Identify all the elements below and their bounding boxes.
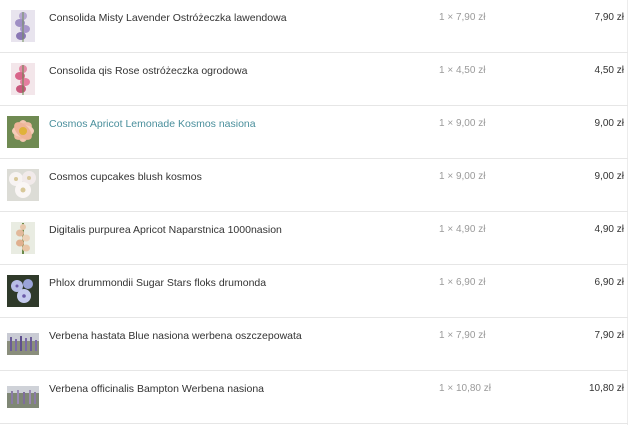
verbena-blue-thumbnail[interactable] <box>7 328 39 360</box>
product-name[interactable]: Consolida qis Rose ostróżeczka ogrodowa <box>49 64 247 78</box>
product-name[interactable]: Digitalis purpurea Apricot Naparstnica 1… <box>49 223 282 237</box>
cart-item-row: Cosmos cupcakes blush kosmos 1 × 9,00 zł… <box>0 159 628 212</box>
line-total: 7,90 zł <box>594 330 624 341</box>
foxglove-thumbnail[interactable] <box>7 222 39 254</box>
product-name[interactable]: Consolida Misty Lavender Ostróżeczka law… <box>49 11 287 25</box>
quantity-price: 1 × 4,90 zł <box>439 224 486 235</box>
phlox-thumbnail[interactable] <box>7 275 39 307</box>
product-name[interactable]: Verbena hastata Blue nasiona werbena osz… <box>49 329 302 343</box>
cart-item-row: Cosmos Apricot Lemonade Kosmos nasiona 1… <box>0 106 628 159</box>
line-total: 9,00 zł <box>594 118 624 129</box>
product-name-link[interactable]: Cosmos Apricot Lemonade Kosmos nasiona <box>49 117 256 131</box>
cart-item-row: Phlox drummondii Sugar Stars floks drumo… <box>0 265 628 318</box>
verbena-bampton-thumbnail[interactable] <box>7 381 39 413</box>
line-total: 10,80 zł <box>588 383 624 394</box>
pink-flower-thumbnail[interactable] <box>7 63 39 95</box>
quantity-price: 1 × 10,80 zł <box>439 383 491 394</box>
cart-item-row: Consolida Misty Lavender Ostróżeczka law… <box>0 0 628 53</box>
quantity-price: 1 × 9,00 zł <box>439 171 486 182</box>
cart-item-row: Digitalis purpurea Apricot Naparstnica 1… <box>0 212 628 265</box>
cart-item-row: Verbena hastata Blue nasiona werbena osz… <box>0 318 628 371</box>
quantity-price: 1 × 7,90 zł <box>439 330 486 341</box>
line-total: 4,90 zł <box>594 224 624 235</box>
quantity-price: 1 × 6,90 zł <box>439 277 486 288</box>
quantity-price: 1 × 7,90 zł <box>439 12 486 23</box>
line-total: 7,90 zł <box>594 12 624 23</box>
product-name[interactable]: Verbena officinalis Bampton Werbena nasi… <box>49 382 264 396</box>
cart-item-row: Consolida qis Rose ostróżeczka ogrodowa … <box>0 53 628 106</box>
cart-items-list: Consolida Misty Lavender Ostróżeczka law… <box>0 0 640 425</box>
apricot-cosmos-thumbnail[interactable] <box>7 116 39 148</box>
line-total: 9,00 zł <box>594 171 624 182</box>
product-name[interactable]: Cosmos cupcakes blush kosmos <box>49 170 202 184</box>
quantity-price: 1 × 4,50 zł <box>439 65 486 76</box>
product-name[interactable]: Phlox drummondii Sugar Stars floks drumo… <box>49 276 266 290</box>
cart-item-row: Verbena officinalis Bampton Werbena nasi… <box>0 371 628 424</box>
lavender-flower-thumbnail[interactable] <box>7 10 39 42</box>
line-total: 6,90 zł <box>594 277 624 288</box>
white-cosmos-thumbnail[interactable] <box>7 169 39 201</box>
quantity-price: 1 × 9,00 zł <box>439 118 486 129</box>
line-total: 4,50 zł <box>594 65 624 76</box>
